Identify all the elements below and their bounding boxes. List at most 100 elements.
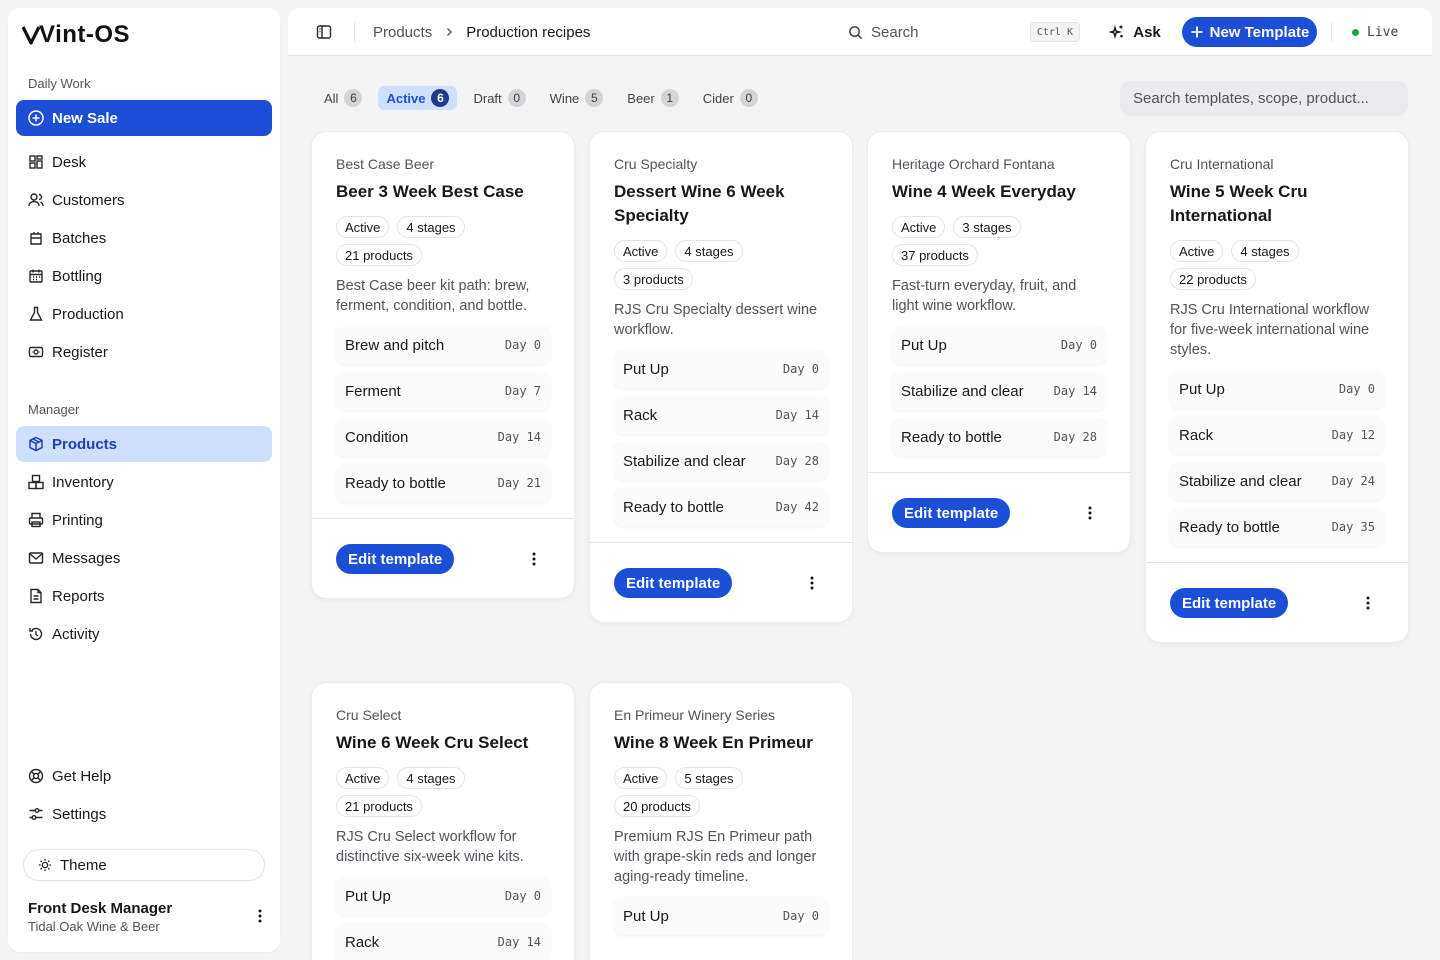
edit-template-button[interactable]: Edit template: [614, 568, 733, 598]
stages-count-badge: 5 stages: [675, 767, 743, 789]
template-scope: En Primeur Winery Series: [614, 707, 776, 723]
stage-day: Day 0: [1060, 338, 1097, 352]
ask-button[interactable]: Ask: [1100, 16, 1170, 48]
app-logo-text: Vint-OS: [39, 21, 131, 48]
new-sale-button[interactable]: New Sale: [16, 100, 272, 136]
filter-all[interactable]: All 6: [316, 86, 370, 110]
more-options-icon[interactable]: [804, 575, 820, 591]
edit-template-button[interactable]: Edit template: [892, 498, 1011, 528]
filter-draft[interactable]: Draft 0: [465, 86, 533, 110]
filter-label: Beer: [627, 90, 655, 106]
stage-row: Ready to bottle Day 42: [614, 488, 828, 526]
template-description: RJS Cru Select workflow for distinctive …: [336, 829, 524, 865]
app-logo[interactable]: Vint-OS: [22, 21, 131, 48]
theme-toggle-button[interactable]: Theme: [24, 850, 264, 880]
sidebar-item-inventory[interactable]: Inventory: [16, 464, 272, 500]
template-scope: Heritage Orchard Fontana: [892, 156, 1055, 172]
stage-row: Ready to bottle Day 35: [1170, 508, 1384, 546]
user-menu-icon[interactable]: [252, 908, 268, 924]
products-count-badge: 37 products: [892, 244, 978, 266]
sidebar-item-desk[interactable]: Desk: [16, 144, 272, 180]
status-filter-tabs: All 6 Active 6 Draft 0 Wine 5 Beer 1 Cid…: [316, 86, 766, 110]
sidebar-item-printing[interactable]: Printing: [16, 502, 272, 538]
stage-day: Day 42: [775, 500, 819, 514]
filter-active[interactable]: Active 6: [378, 86, 458, 110]
stage-name: Ferment: [345, 382, 401, 400]
flask-icon: [28, 306, 44, 322]
filter-count: 0: [739, 89, 758, 107]
filter-wine[interactable]: Wine 5: [542, 86, 612, 110]
plus-icon: [1190, 25, 1204, 39]
ask-label: Ask: [1133, 23, 1161, 41]
stage-list: Put Up Day 0 Rack Day 14 Stabilize and cle…: [614, 350, 828, 526]
filter-label: Active: [386, 90, 426, 106]
inventory-icon: [28, 474, 44, 490]
sparkles-icon: [1109, 24, 1125, 40]
new-template-button[interactable]: New Template: [1182, 17, 1317, 47]
sidebar-item-production[interactable]: Production: [16, 296, 272, 332]
stage-row: Ready to bottle Day 21: [336, 464, 550, 502]
user-organization: Tidal Oak Wine & Beer: [28, 919, 160, 934]
help-icon: [28, 768, 44, 784]
stage-name: Ready to bottle: [345, 474, 446, 492]
template-title: Wine 6 Week Cru Select: [336, 733, 529, 752]
sidebar-item-activity[interactable]: Activity: [16, 616, 272, 652]
filter-label: All: [324, 90, 339, 106]
stage-row: Put Up Day 0: [892, 326, 1106, 364]
search-icon: [848, 25, 863, 40]
edit-template-button[interactable]: Edit template: [1170, 588, 1289, 618]
more-options-icon[interactable]: [526, 551, 542, 567]
sidebar-item-customers[interactable]: Customers: [16, 182, 272, 218]
sidebar-item-register[interactable]: Register: [16, 334, 272, 370]
sidebar-item-settings[interactable]: Settings: [16, 796, 272, 832]
report-icon: [28, 588, 44, 604]
filter-cider[interactable]: Cider 0: [695, 86, 766, 110]
template-description: RJS Cru Specialty dessert wine workflow.: [614, 302, 818, 338]
stage-name: Ready to bottle: [623, 498, 724, 516]
filter-label: Wine: [549, 90, 580, 106]
stage-name: Put Up: [1179, 380, 1225, 398]
sidebar-item-products[interactable]: Products: [16, 426, 272, 462]
stage-name: Stabilize and clear: [623, 452, 746, 470]
template-card: Cru Specialty Dessert Wine 6 Week Specia…: [590, 132, 852, 622]
new-sale-label: New Sale: [52, 109, 118, 127]
edit-template-button[interactable]: Edit template: [336, 544, 455, 574]
sidebar-item-label: Get Help: [52, 767, 112, 785]
sidebar-item-messages[interactable]: Messages: [16, 540, 272, 576]
sidebar-item-label: Reports: [52, 587, 105, 605]
sidebar-toggle-icon[interactable]: [316, 24, 332, 40]
printer-icon: [28, 512, 44, 528]
more-options-icon[interactable]: [1360, 595, 1376, 611]
stages-count-badge: 4 stages: [397, 216, 465, 238]
stage-day: Day 28: [1053, 430, 1097, 444]
stage-row: Put Up Day 0: [1170, 370, 1384, 408]
sidebar-item-bottling[interactable]: Bottling: [16, 258, 272, 294]
template-title: Wine 5 Week Cru International: [1170, 182, 1308, 225]
sidebar-item-get-help[interactable]: Get Help: [16, 758, 272, 794]
stage-name: Put Up: [623, 360, 669, 378]
divider: [354, 22, 355, 42]
user-profile[interactable]: Front Desk Manager Tidal Oak Wine & Beer: [28, 900, 268, 934]
stage-day: Day 12: [1331, 428, 1375, 442]
history-icon: [28, 626, 44, 642]
stage-list: Put Up Day 0: [614, 897, 828, 935]
stage-day: Day 14: [497, 935, 541, 949]
stage-row: Put Up Day 0: [614, 350, 828, 388]
template-description: Best Case beer kit path: brew, ferment, …: [336, 278, 530, 314]
global-search[interactable]: Search Ctrl K: [838, 16, 1090, 48]
stage-day: Day 21: [497, 476, 541, 490]
template-card: En Primeur Winery Series Wine 8 Week En …: [590, 683, 852, 960]
sidebar-item-reports[interactable]: Reports: [16, 578, 272, 614]
products-count-badge: 21 products: [336, 244, 422, 266]
sidebar: Vint-OS Daily Work New Sale Desk Custome…: [8, 8, 280, 952]
template-title: Wine 4 Week Everyday: [892, 182, 1076, 201]
stage-list: Put Up Day 0 Stabilize and clear Day 14 Re…: [892, 326, 1106, 456]
stage-row: Rack Day 14: [336, 923, 550, 960]
mail-icon: [28, 550, 44, 566]
breadcrumb-products[interactable]: Products: [373, 24, 432, 41]
sidebar-item-batches[interactable]: Batches: [16, 220, 272, 256]
template-search-input[interactable]: [1120, 81, 1408, 116]
filter-count: 1: [660, 89, 679, 107]
more-options-icon[interactable]: [1082, 505, 1098, 521]
filter-beer[interactable]: Beer 1: [619, 86, 686, 110]
